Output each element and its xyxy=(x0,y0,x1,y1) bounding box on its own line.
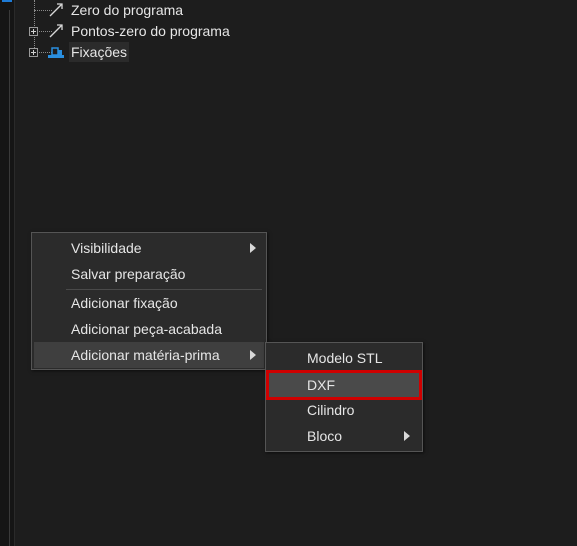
menu-item-label: Bloco xyxy=(307,428,343,444)
fixture-icon xyxy=(48,47,64,58)
menu-item-visibilidade[interactable]: Visibilidade xyxy=(34,235,264,261)
menu-item-adicionar-materia-prima[interactable]: Adicionar matéria-prima xyxy=(34,342,264,368)
left-panel-edge xyxy=(0,0,15,546)
menu-item-salvar-preparacao[interactable]: Salvar preparação xyxy=(34,261,264,287)
submenu-item-cilindro[interactable]: Cilindro xyxy=(268,397,420,423)
submenu-item-bloco[interactable]: Bloco xyxy=(268,423,420,449)
menu-item-label: Adicionar matéria-prima xyxy=(71,347,220,363)
submenu-arrow-icon xyxy=(250,243,256,253)
expand-icon[interactable] xyxy=(29,27,38,36)
menu-item-label: Cilindro xyxy=(307,402,355,418)
submenu-materia-prima: Modelo STL DXF Cilindro Bloco xyxy=(265,342,423,452)
tree-item-label: Pontos-zero do programa xyxy=(71,23,230,39)
menu-item-label: Adicionar fixação xyxy=(71,295,178,311)
tree-item-label: Fixações xyxy=(69,42,130,62)
context-menu: Visibilidade Salvar preparação Adicionar… xyxy=(31,232,267,370)
arrow-icon xyxy=(49,24,63,38)
expand-icon[interactable] xyxy=(29,48,38,57)
menu-item-label: Visibilidade xyxy=(71,240,142,256)
tree-item-label: Zero do programa xyxy=(71,2,184,18)
panel-divider xyxy=(9,10,10,546)
arrow-icon xyxy=(49,3,63,17)
menu-item-label: Modelo STL xyxy=(307,350,383,366)
submenu-arrow-icon xyxy=(250,350,256,360)
panel-accent xyxy=(2,0,12,12)
submenu-arrow-icon xyxy=(404,431,410,441)
menu-item-adicionar-peca-acabada[interactable]: Adicionar peça-acabada xyxy=(34,316,264,342)
menu-item-label: DXF xyxy=(307,377,335,393)
menu-item-label: Salvar preparação xyxy=(71,266,186,282)
menu-item-label: Adicionar peça-acabada xyxy=(71,321,222,337)
menu-item-adicionar-fixacao[interactable]: Adicionar fixação xyxy=(34,290,264,316)
submenu-item-dxf[interactable]: DXF xyxy=(266,370,422,400)
submenu-item-modelo-stl[interactable]: Modelo STL xyxy=(268,345,420,371)
